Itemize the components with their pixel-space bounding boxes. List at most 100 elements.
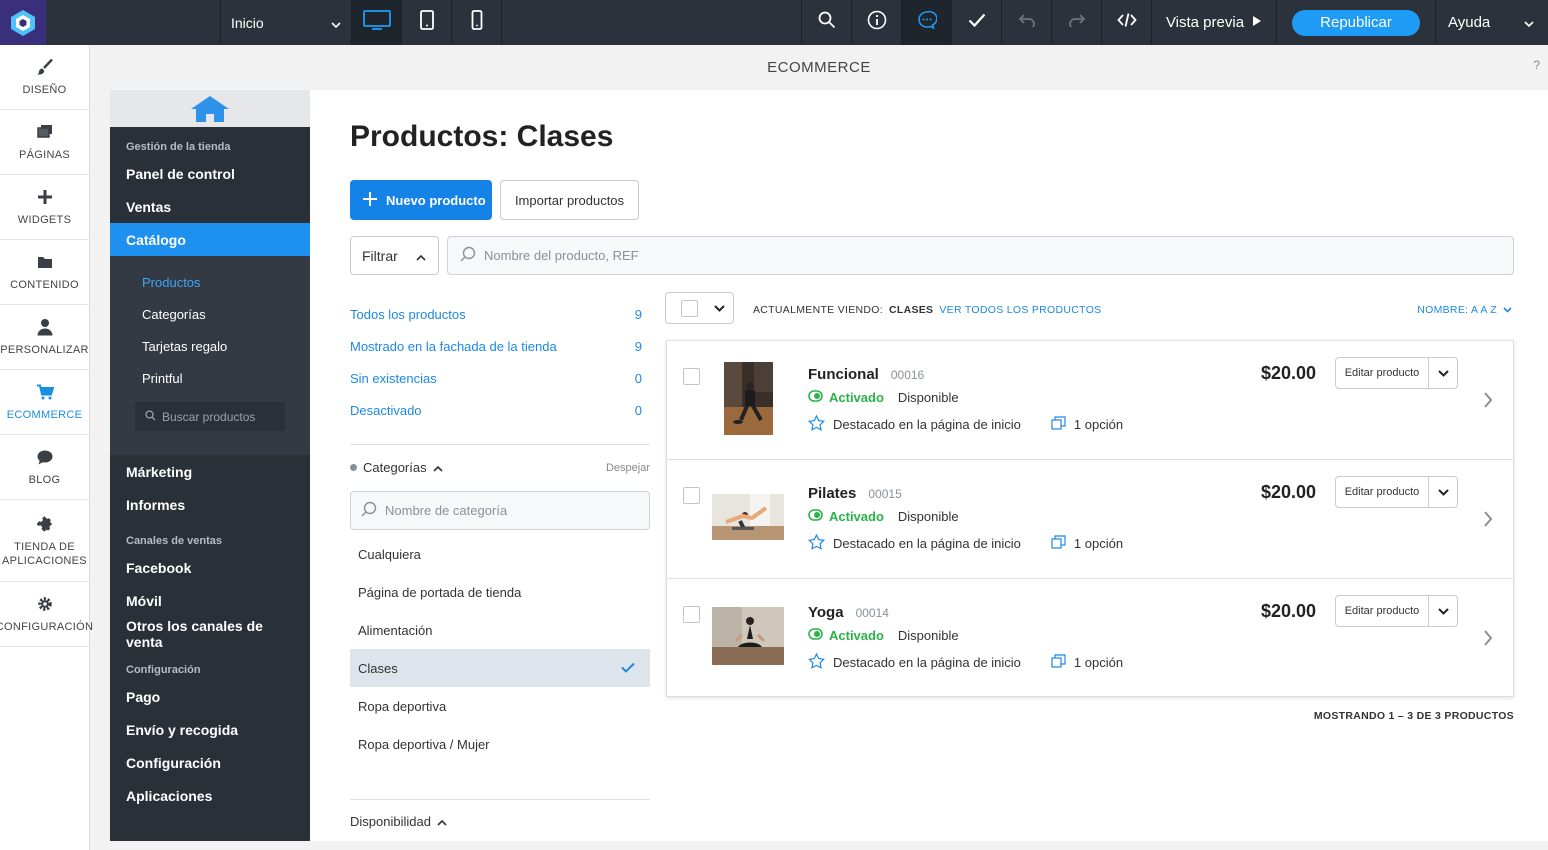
product-name[interactable]: Funcional <box>808 366 879 383</box>
star-outline-icon[interactable] <box>808 652 825 672</box>
nav-shipping[interactable]: Envío y recogida <box>110 713 310 746</box>
star-outline-icon[interactable] <box>808 414 825 434</box>
chevron-right-icon[interactable] <box>1483 510 1493 533</box>
rail-item-design[interactable]: DISEÑO <box>0 45 89 110</box>
select-all-checkbox[interactable] <box>681 299 698 317</box>
comments-button[interactable] <box>902 0 952 45</box>
info-button[interactable] <box>852 0 902 45</box>
app-logo[interactable] <box>0 0 46 45</box>
category-item[interactable]: Página de portada de tienda <box>350 573 650 611</box>
product-actions-dropdown[interactable] <box>1429 476 1458 508</box>
help-label: Ayuda <box>1448 14 1491 31</box>
product-row[interactable]: Yoga 00014 Activado Disponible Destacado… <box>667 579 1513 698</box>
nav-applications[interactable]: Aplicaciones <box>110 779 310 812</box>
product-name[interactable]: Yoga <box>808 604 844 621</box>
redo-icon <box>1068 13 1086 32</box>
rail-item-ecommerce[interactable]: ECOMMERCE <box>0 370 99 435</box>
pagination-summary: MOSTRANDO 1 – 3 DE 3 PRODUCTOS <box>1313 710 1514 722</box>
product-checkbox[interactable] <box>683 606 700 623</box>
rail-item-personalize[interactable]: PERSONALIZAR <box>0 305 89 370</box>
subnav-printful[interactable]: Printful <box>110 362 310 394</box>
product-thumbnail[interactable] <box>724 362 773 435</box>
help-question-link[interactable]: ? <box>1533 58 1540 72</box>
page-selector[interactable]: Inicio <box>221 0 352 45</box>
view-all-products-link[interactable]: VER TODOS LOS PRODUCTOS <box>939 304 1101 316</box>
clear-categories-link[interactable]: Despejar <box>606 462 650 474</box>
category-label: Clases <box>358 660 398 676</box>
rail-item-pages[interactable]: PÁGINAS <box>0 110 89 175</box>
subnav-products[interactable]: Productos <box>110 266 310 298</box>
home-button[interactable] <box>110 90 310 127</box>
product-row[interactable]: Funcional 00016 Activado Disponible Dest… <box>667 341 1513 460</box>
sort-dropdown[interactable]: NOMBRE: A A Z <box>1417 304 1512 316</box>
category-item[interactable]: Alimentación <box>350 611 650 649</box>
product-checkbox[interactable] <box>683 487 700 504</box>
filter-all[interactable]: Todos los productos 9 <box>350 298 650 330</box>
product-actions-dropdown[interactable] <box>1429 357 1458 389</box>
availability-toggle[interactable]: Disponibilidad <box>350 814 447 829</box>
star-outline-icon[interactable] <box>808 533 825 553</box>
product-search-field[interactable]: Buscar productos <box>135 402 285 431</box>
categories-toggle[interactable]: Categorías <box>350 460 443 475</box>
product-name[interactable]: Pilates <box>808 485 856 502</box>
mobile-view-button[interactable] <box>452 0 502 45</box>
nav-mobile[interactable]: Móvil <box>110 584 310 617</box>
nav-marketing[interactable]: Márketing <box>110 455 310 488</box>
nav-other-channels[interactable]: Otros los canales de venta <box>110 617 310 650</box>
product-actions-dropdown[interactable] <box>1429 595 1458 627</box>
toggle-on-icon[interactable] <box>808 628 823 643</box>
product-search-input[interactable]: Nombre del producto, REF <box>447 236 1514 275</box>
toggle-on-icon[interactable] <box>808 390 823 405</box>
nav-payment[interactable]: Pago <box>110 680 310 713</box>
bulk-select-dropdown[interactable] <box>665 292 734 324</box>
import-products-button[interactable]: Importar productos <box>500 180 639 220</box>
nav-reports[interactable]: Informes <box>110 488 310 521</box>
product-thumbnail[interactable] <box>712 494 784 540</box>
edit-product-button[interactable]: Editar producto <box>1335 357 1429 389</box>
nav-settings[interactable]: Configuración <box>110 746 310 779</box>
preview-button[interactable]: Vista previa <box>1152 0 1277 45</box>
rail-item-blog[interactable]: BLOG <box>0 435 89 500</box>
nav-facebook[interactable]: Facebook <box>110 551 310 584</box>
category-item-selected[interactable]: Clases <box>350 649 650 687</box>
tablet-view-button[interactable] <box>402 0 452 45</box>
chevron-right-icon[interactable] <box>1483 629 1493 652</box>
subnav-gift-cards[interactable]: Tarjetas regalo <box>110 330 310 362</box>
editor-rail: DISEÑO PÁGINAS WIDGETS CONTENIDO PERSONA… <box>0 45 99 850</box>
product-sku: 00016 <box>890 368 925 382</box>
nav-catalog[interactable]: Catálogo <box>110 223 310 256</box>
code-icon <box>1116 12 1137 33</box>
subnav-categories[interactable]: Categorías <box>110 298 310 330</box>
help-menu[interactable]: Ayuda <box>1436 0 1548 45</box>
code-editor-button[interactable] <box>1102 0 1152 45</box>
filter-storefront[interactable]: Mostrado en la fachada de la tienda 9 <box>350 330 650 362</box>
chevron-right-icon[interactable] <box>1483 391 1493 414</box>
rail-item-widgets[interactable]: WIDGETS <box>0 175 89 240</box>
category-item[interactable]: Ropa deportiva <box>350 687 650 725</box>
rail-item-app-store[interactable]: TIENDA DE APLICACIONES <box>0 500 89 582</box>
new-product-button[interactable]: Nuevo producto <box>350 180 492 220</box>
product-row[interactable]: Pilates 00015 Activado Disponible Destac… <box>667 460 1513 579</box>
product-thumbnail[interactable] <box>712 607 784 665</box>
rail-item-content[interactable]: CONTENIDO <box>0 240 89 305</box>
republish-button[interactable]: Republicar <box>1292 9 1420 36</box>
undo-button[interactable] <box>1002 0 1052 45</box>
product-checkbox[interactable] <box>683 368 700 385</box>
redo-button[interactable] <box>1052 0 1102 45</box>
edit-product-button[interactable]: Editar producto <box>1335 595 1429 627</box>
nav-sales[interactable]: Ventas <box>110 190 310 223</box>
nav-dashboard[interactable]: Panel de control <box>110 157 310 190</box>
validate-button[interactable] <box>952 0 1002 45</box>
desktop-view-button[interactable] <box>352 0 402 45</box>
category-item[interactable]: Ropa deportiva / Mujer <box>350 725 650 763</box>
filter-toggle[interactable]: Filtrar <box>350 236 439 275</box>
filter-disabled[interactable]: Desactivado 0 <box>350 394 650 426</box>
plus-icon <box>37 187 53 207</box>
rail-item-settings[interactable]: CONFIGURACIÓN <box>0 582 93 647</box>
category-item[interactable]: Cualquiera <box>350 535 650 573</box>
filter-out-of-stock[interactable]: Sin existencias 0 <box>350 362 650 394</box>
category-search-input[interactable]: Nombre de categoría <box>350 491 650 530</box>
edit-product-button[interactable]: Editar producto <box>1335 476 1429 508</box>
search-button[interactable] <box>802 0 852 45</box>
toggle-on-icon[interactable] <box>808 509 823 524</box>
